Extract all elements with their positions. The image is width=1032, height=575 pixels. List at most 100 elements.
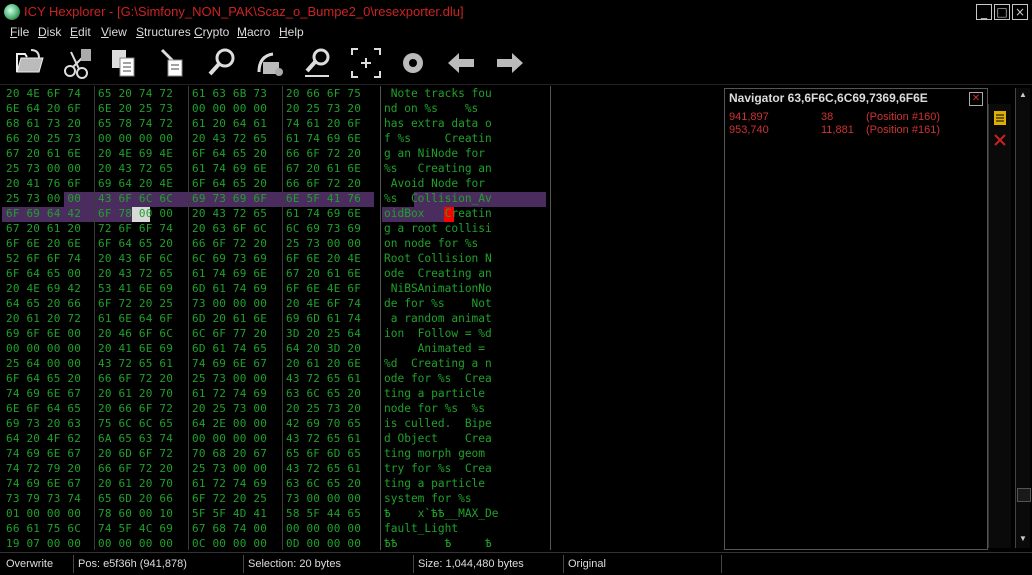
select-block-icon[interactable] (349, 46, 383, 80)
hex-byte-group[interactable]: 00 00 00 00 (98, 131, 173, 146)
find-next-icon[interactable] (301, 46, 335, 80)
back-arrow-icon[interactable] (444, 46, 478, 80)
hex-byte-group[interactable]: 20 43 72 65 (192, 131, 267, 146)
text-row[interactable]: f %s Creatin (384, 131, 492, 146)
text-row[interactable]: fault_Light (384, 521, 492, 536)
hex-byte-group[interactable]: 6C 69 73 69 (286, 221, 361, 236)
text-row[interactable]: on node for %s (384, 236, 492, 251)
text-row[interactable]: ode for %s Crea (384, 371, 492, 386)
hex-byte-group[interactable]: 65 6F 6D 65 (286, 446, 361, 461)
hex-byte-group[interactable]: 43 72 65 61 (98, 356, 173, 371)
text-row[interactable]: Animated = (384, 341, 492, 356)
list-icon[interactable] (992, 110, 1008, 126)
hex-byte-group[interactable]: 6F 72 20 25 (192, 491, 267, 506)
hex-byte-group[interactable]: 6D 61 74 65 (192, 341, 267, 356)
hex-byte-group[interactable]: 25 73 00 00 (6, 191, 81, 206)
hex-byte-group[interactable]: 61 63 6B 73 (192, 86, 267, 101)
hex-byte-group[interactable]: 74 5F 4C 69 (98, 521, 173, 536)
hex-byte-group[interactable]: 6F 64 65 20 (98, 236, 173, 251)
text-row[interactable]: nd on %s %s (384, 101, 485, 116)
hex-byte-group[interactable]: 6A 65 63 74 (98, 431, 173, 446)
hex-byte-group[interactable]: 20 63 6F 6C (192, 221, 267, 236)
hex-byte-group[interactable]: 58 5F 44 65 (286, 506, 361, 521)
hex-byte-group[interactable]: 74 69 6E 67 (6, 446, 81, 461)
hex-byte-group[interactable]: 6E 64 20 6F (6, 101, 81, 116)
copy-icon[interactable] (108, 46, 142, 80)
app-icon[interactable] (4, 4, 20, 20)
paste-icon[interactable] (156, 46, 190, 80)
navigator-close-button[interactable]: ✕ (969, 92, 983, 106)
text-row[interactable]: g a root collisi (384, 221, 492, 236)
hex-byte-group[interactable]: 25 73 00 00 (192, 371, 267, 386)
text-row[interactable]: ѢѢ Ѣ Ѣ (384, 536, 492, 550)
navigator-result-offset[interactable]: 953,740 (729, 124, 769, 136)
hex-byte-group[interactable]: 69 73 69 6F (192, 191, 267, 206)
close-button[interactable]: × (1012, 4, 1028, 20)
hex-byte-group[interactable]: 6C 6F 77 20 (192, 326, 267, 341)
hex-byte-group[interactable]: 00 00 00 00 (6, 341, 81, 356)
hex-byte-group[interactable]: 01 00 00 00 (6, 506, 81, 521)
navigator-result-position[interactable]: (Position #161) (866, 124, 940, 136)
hex-byte-group[interactable]: 6F 6E 20 6E (6, 236, 81, 251)
hex-byte-group[interactable]: 43 72 65 61 (286, 371, 361, 386)
hex-byte-group[interactable]: 42 69 70 65 (286, 416, 361, 431)
text-row[interactable]: Note tracks fou (384, 86, 492, 101)
text-row[interactable]: g an NiNode for (384, 146, 492, 161)
cut-icon[interactable] (61, 46, 95, 80)
text-row[interactable]: Ѣ x`ѢѢ__MAX_De (384, 506, 499, 521)
hex-byte-group[interactable]: 61 72 74 69 (192, 386, 267, 401)
text-row[interactable]: ting morph geom (384, 446, 485, 461)
replace-icon[interactable] (253, 46, 287, 80)
hex-byte-group[interactable]: 20 43 72 65 (98, 266, 173, 281)
hex-byte-group[interactable]: 63 6C 65 20 (286, 476, 361, 491)
navigator-result-length[interactable]: 11,881 (821, 124, 854, 136)
text-row[interactable]: a random animat (384, 311, 492, 326)
delete-icon[interactable] (992, 132, 1008, 148)
text-row[interactable]: Root Collision N (384, 251, 492, 266)
hex-byte-group[interactable]: 20 43 72 65 (98, 161, 173, 176)
hex-byte-group[interactable]: 68 61 73 20 (6, 116, 81, 131)
hex-byte-group[interactable]: 66 6F 72 20 (192, 236, 267, 251)
text-row[interactable]: %s Creating an (384, 161, 492, 176)
hex-byte-group[interactable]: 73 00 00 00 (286, 491, 361, 506)
menu-macro[interactable]: Macro (237, 25, 270, 39)
hex-byte-group[interactable]: 61 72 74 69 (192, 476, 267, 491)
hex-byte-group[interactable]: 73 79 73 74 (6, 491, 81, 506)
hex-byte-group[interactable]: 43 72 65 61 (286, 461, 361, 476)
hex-byte-group[interactable]: 5F 5F 4D 41 (192, 506, 267, 521)
text-row[interactable]: %s Collision_Av (384, 191, 492, 206)
hex-byte-group[interactable]: 66 6F 72 20 (286, 146, 361, 161)
hex-byte-group[interactable]: 75 6C 6C 65 (98, 416, 173, 431)
hex-byte-group[interactable]: 65 20 74 72 (98, 86, 173, 101)
hex-byte-group[interactable]: 6F 64 65 20 (192, 176, 267, 191)
text-row[interactable]: ode Creating an (384, 266, 492, 281)
hex-byte-group[interactable]: 64 20 4F 62 (6, 431, 81, 446)
hex-byte-group[interactable]: 20 41 76 6F (6, 176, 81, 191)
text-row[interactable]: try for %s Crea (384, 461, 492, 476)
text-row[interactable]: system for %s (384, 491, 492, 506)
scroll-down-icon[interactable]: ▼ (1018, 534, 1028, 544)
hex-byte-group[interactable]: 25 73 00 00 (192, 461, 267, 476)
hex-byte-group[interactable]: 74 69 6E 67 (6, 476, 81, 491)
hex-byte-group[interactable]: 52 6F 6F 74 (6, 251, 81, 266)
text-row[interactable]: NiBSAnimationNo (384, 281, 492, 296)
text-row[interactable]: node for %s %s (384, 401, 492, 416)
forward-arrow-icon[interactable] (493, 46, 527, 80)
hex-byte-group[interactable]: 20 41 6E 69 (98, 341, 173, 356)
hex-byte-group[interactable]: 20 61 20 70 (98, 386, 173, 401)
hex-byte-group[interactable]: 6C 69 73 69 (192, 251, 267, 266)
hex-byte-group[interactable]: 00 00 00 00 (286, 521, 361, 536)
hex-byte-group[interactable]: 20 66 6F 75 (286, 86, 361, 101)
hex-byte-group[interactable]: 6E 5F 41 76 (286, 191, 361, 206)
hex-byte-group[interactable]: 20 4E 69 42 (6, 281, 81, 296)
hex-byte-group[interactable]: 25 73 00 00 (6, 161, 81, 176)
navigator-result-length[interactable]: 38 (821, 111, 833, 123)
menu-disk[interactable]: Disk (38, 25, 61, 39)
menu-file[interactable]: File (10, 25, 29, 39)
hex-byte-group[interactable]: 61 6E 64 6F (98, 311, 173, 326)
hex-byte-group[interactable]: 66 6F 72 20 (98, 461, 173, 476)
hex-byte-group[interactable]: 20 61 20 6E (286, 356, 361, 371)
hex-byte-group[interactable]: 67 20 61 20 (6, 221, 81, 236)
menu-structures[interactable]: Structures (136, 25, 191, 39)
hex-byte-group[interactable]: 20 4E 6F 74 (6, 86, 81, 101)
